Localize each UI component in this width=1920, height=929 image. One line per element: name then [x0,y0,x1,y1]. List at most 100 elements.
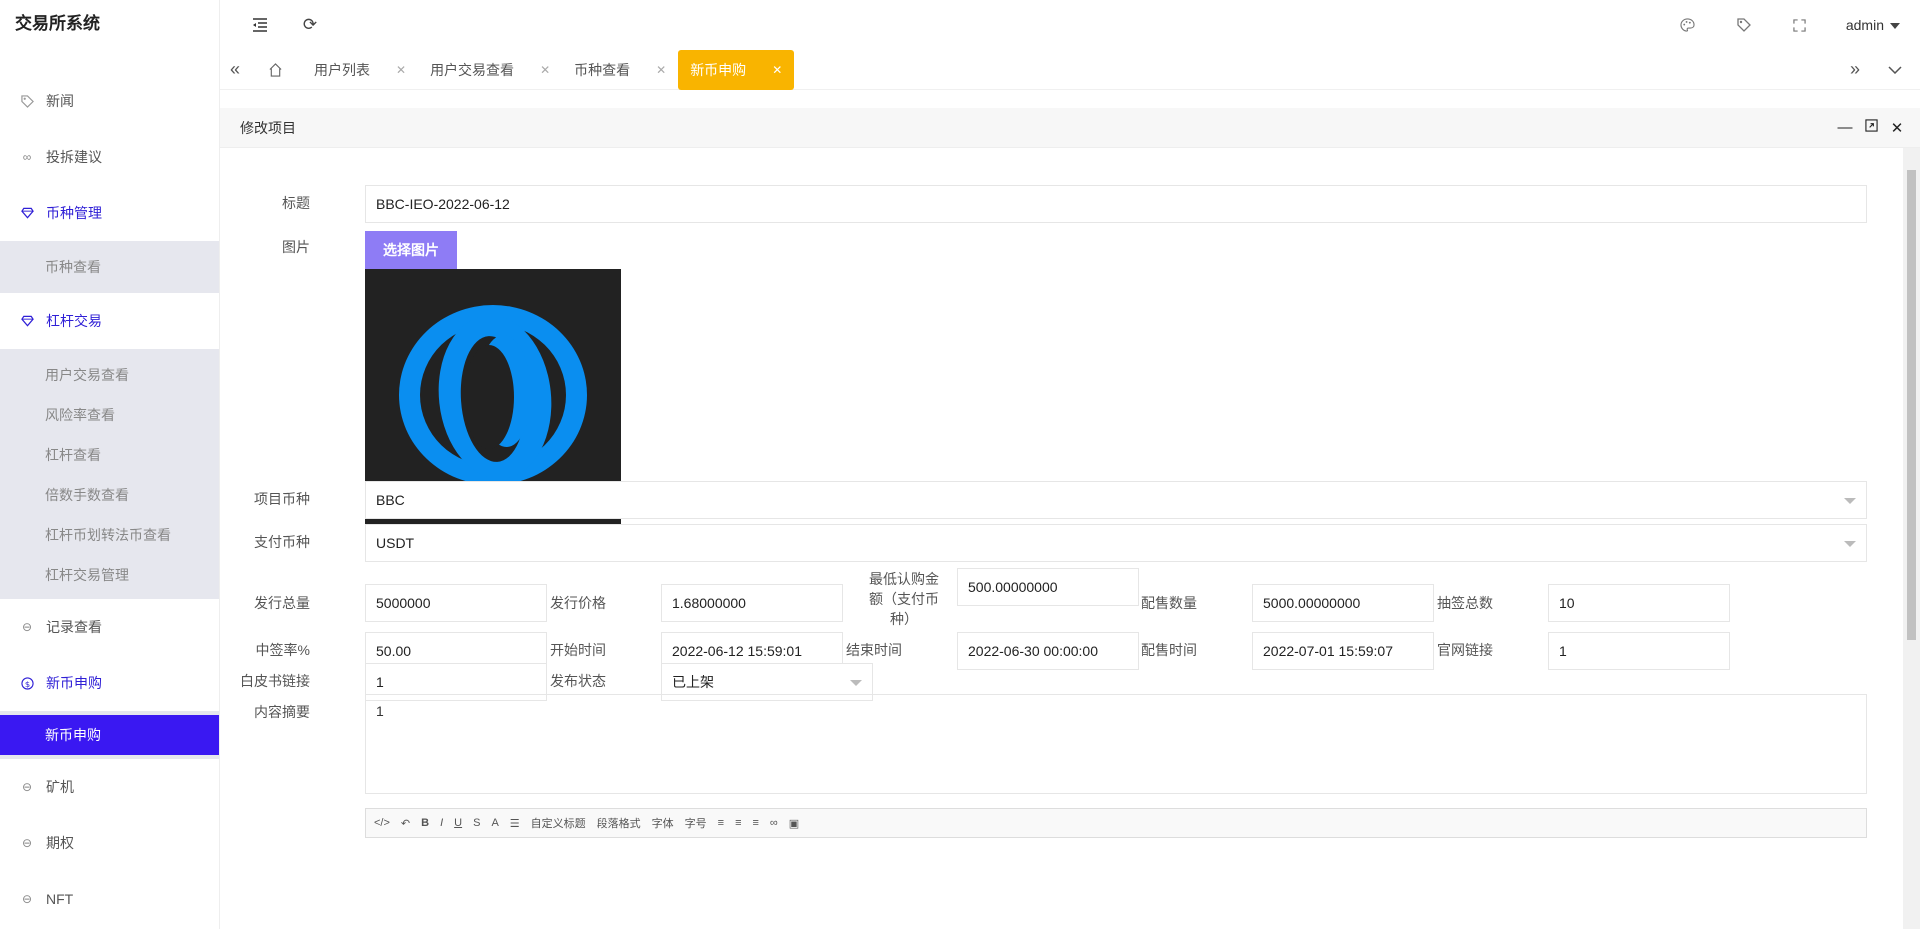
maximize-icon[interactable] [1858,118,1884,137]
sidebar-item-label: 期权 [46,835,74,851]
image-icon[interactable]: ▣ [789,817,799,830]
sidebar-subitem[interactable]: 杠杆交易管理 [0,555,219,595]
palette-icon[interactable] [1678,15,1698,35]
sidebar-item-label: 新币申购 [46,675,102,691]
issue-price-label: 发行价格 [550,595,606,611]
panel-scrollbar[interactable] [1903,148,1920,929]
minimize-icon[interactable]: — [1832,119,1858,137]
link-icon: ∞ [22,150,32,164]
min-subscription-label: 最低认购金额（支付币种） [869,571,939,627]
website-input[interactable]: 1 [1548,632,1730,670]
sidebar-subitem[interactable]: 用户交易查看 [0,355,219,395]
sidebar-item-ipo[interactable]: $ 新币申购 [0,655,219,711]
circle-arrow-icon: ⊖ [21,780,33,794]
sidebar-subitem[interactable]: 倍数手数查看 [0,475,219,515]
align-right-icon[interactable]: ≡ [753,817,759,829]
choose-image-button[interactable]: 选择图片 [365,231,457,269]
start-time-label: 开始时间 [550,642,606,658]
bold-icon[interactable]: B [421,817,429,829]
sidebar-subitem[interactable]: 杠杆币划转法币查看 [0,515,219,555]
publish-status-label: 发布状态 [550,673,606,689]
allocation-time-label: 配售时间 [1141,642,1197,658]
paragraph-format-dropdown[interactable]: 段落格式 [597,815,641,831]
tab-ipo[interactable]: 新币申购 ✕ [678,49,795,90]
sidebar-item-suggestions[interactable]: ∞ 投拆建议 [0,129,219,185]
sidebar-item-nft[interactable]: ⊖ NFT [0,871,219,927]
sidebar-subitem[interactable]: 风险率查看 [0,395,219,435]
collapse-menu-icon[interactable] [250,15,270,35]
font-size-dropdown[interactable]: 字号 [685,815,707,831]
dollar-icon: $ [20,676,34,690]
refresh-icon[interactable]: ⟳ [300,15,320,35]
tab-user-list[interactable]: 用户列表 ✕ [302,50,418,90]
top-bar: ⟳ admin [220,0,1920,50]
sidebar-item-leverage[interactable]: 杠杆交易 [0,293,219,349]
circle-arrow-icon: ⊖ [21,836,33,850]
allocation-quantity-label: 配售数量 [1141,595,1197,611]
sidebar-item-news[interactable]: 新闻 [0,73,219,129]
italic-icon[interactable]: I [440,817,443,829]
sidebar-item-options[interactable]: ⊖ 期权 [0,815,219,871]
font-color-icon[interactable]: A [491,817,498,829]
svg-text:$: $ [24,678,29,688]
edit-project-panel: 修改项目 — ✕ 标题 BBC-IEO-2022-06-12 图片 选择图片 项… [220,108,1920,929]
tab-label: 用户交易查看 [430,61,515,78]
sidebar-item-label: 矿机 [46,779,74,795]
sidebar-item-records[interactable]: ⊖ 记录查看 [0,599,219,655]
end-time-label: 结束时间 [846,642,902,658]
lottery-total-input[interactable]: 10 [1548,584,1730,622]
lottery-total-label: 抽签总数 [1437,595,1493,611]
tag-icon[interactable] [1734,15,1754,35]
sidebar-item-miner[interactable]: ⊖ 矿机 [0,759,219,815]
sidebar-item-label: 记录查看 [46,619,102,635]
font-family-dropdown[interactable]: 字体 [652,815,674,831]
title-input[interactable]: BBC-IEO-2022-06-12 [365,185,1867,223]
custom-title-dropdown[interactable]: 自定义标题 [531,815,586,831]
summary-textarea[interactable]: 1 [365,694,1867,794]
fullscreen-icon[interactable] [1790,15,1810,35]
panel-header: 修改项目 — ✕ [220,108,1920,148]
sidebar-subitem[interactable]: 杠杆查看 [0,435,219,475]
close-icon[interactable]: ✕ [540,63,550,77]
strike-icon[interactable]: S [473,817,480,829]
summary-label: 内容摘要 [254,704,310,720]
issue-price-input[interactable]: 1.68000000 [661,584,843,622]
coin-label: 项目币种 [254,491,310,507]
sidebar-subitem-ipo[interactable]: 新币申购 [0,715,219,755]
tab-coin-view[interactable]: 币种查看 ✕ [562,50,678,90]
close-icon[interactable]: ✕ [396,63,406,77]
sidebar-item-coin-management[interactable]: 币种管理 [0,185,219,241]
total-supply-label: 发行总量 [254,595,310,611]
html-icon[interactable]: </> [374,817,390,829]
close-icon[interactable]: ✕ [1884,119,1910,137]
coin-select[interactable]: BBC [365,481,1867,519]
ordered-list-icon[interactable]: ☰ [510,817,520,830]
close-icon[interactable]: ✕ [772,63,782,77]
win-rate-label: 中签率% [255,642,310,658]
website-label: 官网链接 [1437,642,1493,658]
undo-icon[interactable]: ↶ [401,817,410,830]
diamond-icon [20,314,34,328]
tab-user-trades[interactable]: 用户交易查看 ✕ [418,50,562,90]
user-menu[interactable]: admin [1846,17,1900,33]
close-icon[interactable]: ✕ [656,63,666,77]
chevron-down-icon[interactable] [1880,50,1910,90]
pay-coin-select[interactable]: USDT [365,524,1867,562]
ipo-submenu: 新币申购 [0,711,219,759]
tabs-scroll-right-icon[interactable]: » [1840,50,1870,90]
circle-arrow-icon: ⊖ [21,620,33,634]
sidebar-item-label: 投拆建议 [46,149,102,165]
sidebar-item-label: 新闻 [46,93,74,109]
align-left-icon[interactable]: ≡ [718,817,724,829]
home-icon[interactable] [260,50,290,90]
align-center-icon[interactable]: ≡ [735,817,741,829]
sidebar-item-label: 杠杆交易 [46,313,102,329]
pay-coin-label: 支付币种 [254,534,310,550]
scrollbar-thumb[interactable] [1907,170,1916,640]
link-icon[interactable]: ∞ [770,817,778,829]
tabs-scroll-left-icon[interactable]: « [220,50,250,90]
sidebar-subitem-coin-view[interactable]: 币种查看 [0,247,219,287]
tabs-bar: « 用户列表 ✕ 用户交易查看 ✕ 币种查看 ✕ 新币申购 ✕ » [220,49,1920,90]
underline-icon[interactable]: U [454,817,462,829]
tab-label: 币种查看 [574,61,631,78]
